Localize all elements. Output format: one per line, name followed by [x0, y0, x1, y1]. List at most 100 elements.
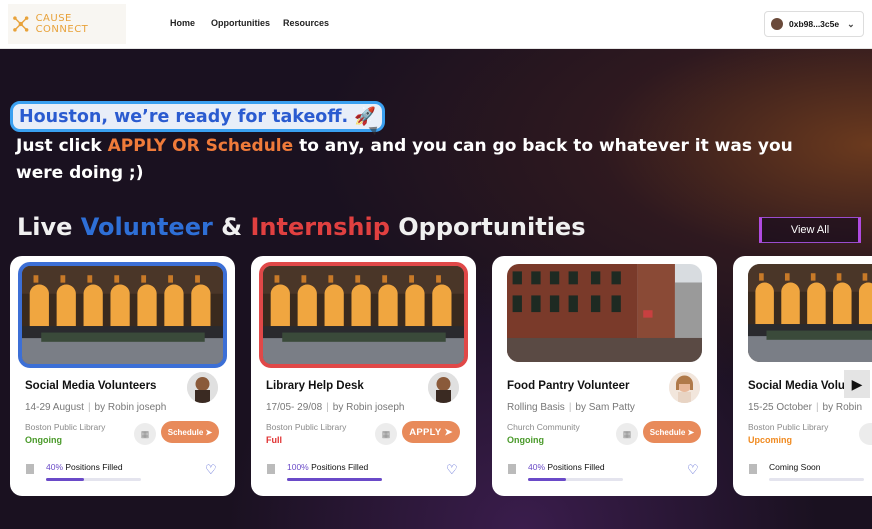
building-icon	[267, 464, 275, 474]
status-badge: Ongoing	[25, 435, 62, 445]
card-date: 17/05- 29/08 | by Robin joseph	[266, 402, 405, 413]
date-text: 14-29 August	[25, 402, 84, 413]
card-image	[259, 262, 468, 368]
title-volunteer: Volunteer	[80, 213, 213, 241]
schedule-button[interactable]: Schedule ➤	[643, 421, 701, 443]
date-text: Rolling Basis	[507, 402, 565, 413]
chevron-right-icon: ▶	[851, 375, 863, 392]
positions-filled: Coming Soon	[769, 462, 821, 472]
logo[interactable]: CAUSE CONNECT	[8, 4, 126, 44]
top-navbar: CAUSE CONNECT Home Opportunities Resourc…	[0, 0, 872, 49]
card-title: Food Pantry Volunteer	[507, 380, 630, 392]
card-title: Library Help Desk	[266, 380, 364, 392]
building-icon	[749, 464, 757, 474]
logo-icon	[13, 16, 29, 32]
hero-pill-text: Houston, we’re ready for takeoff. 🚀	[19, 106, 377, 127]
avatar	[428, 372, 459, 403]
card-org: Church Community	[507, 422, 580, 432]
title-internship: Internship	[250, 213, 390, 241]
status-badge: Upcoming	[748, 435, 792, 445]
progress-bar	[769, 478, 864, 481]
card-date: 14-29 August | by Robin joseph	[25, 402, 166, 413]
divider: |	[568, 402, 572, 413]
organizer: by Robin	[822, 402, 863, 413]
heart-icon[interactable]: ♡	[205, 462, 217, 478]
schedule-button[interactable]: Schedule ➤	[161, 421, 219, 443]
avatar	[187, 372, 218, 403]
pct: 100%	[287, 462, 309, 472]
title-amp: &	[212, 213, 251, 241]
card-image	[507, 264, 702, 362]
divider: |	[87, 402, 91, 413]
organizer: by Robin joseph	[94, 402, 167, 413]
filled-label: Coming Soon	[769, 462, 821, 472]
nav-opportunities[interactable]: Opportunities	[211, 18, 270, 28]
nav-home[interactable]: Home	[170, 18, 195, 28]
heart-icon[interactable]: ♡	[687, 462, 699, 478]
progress-bar	[287, 478, 382, 481]
card-org: Boston Public Library	[25, 422, 106, 432]
progress-bar	[46, 478, 141, 481]
date-text: 17/05- 29/08	[266, 402, 323, 413]
map-icon[interactable]: ▦	[616, 423, 638, 445]
nav-resources[interactable]: Resources	[283, 18, 329, 28]
map-icon[interactable]: ▦	[375, 423, 397, 445]
button-label: APPLY	[409, 426, 442, 438]
divider: |	[815, 402, 819, 413]
wallet-button[interactable]: 0xb98...3c5e ⌄	[764, 11, 864, 37]
filled-label: Positions Filled	[308, 462, 369, 472]
hero-sub-highlight: APPLY OR Schedule	[107, 136, 294, 156]
progress-fill	[528, 478, 566, 481]
view-all-button[interactable]: View All	[759, 217, 861, 243]
date-text: 15-25 October	[748, 402, 812, 413]
title-live: Live	[17, 213, 81, 241]
heart-icon[interactable]: ♡	[446, 462, 458, 478]
send-icon: ➤	[205, 427, 213, 437]
card-date: Rolling Basis | by Sam Patty	[507, 402, 635, 413]
status-badge: Ongoing	[507, 435, 544, 445]
opportunity-card[interactable]: Food Pantry Volunteer Rolling Basis | by S…	[492, 256, 717, 496]
pct: 40%	[528, 462, 546, 472]
carousel-next-button[interactable]: ▶	[844, 370, 870, 398]
filled-label: Positions Filled	[63, 462, 123, 472]
progress-fill	[287, 478, 382, 481]
building-icon	[508, 464, 516, 474]
card-org: Boston Public Library	[748, 422, 829, 432]
hero-sub-text: Just click	[16, 136, 108, 156]
status-badge: Full	[266, 435, 282, 445]
avatar	[771, 18, 783, 30]
hero-subtitle: Just click APPLY OR Schedule to any, and…	[16, 133, 796, 187]
progress-fill	[46, 478, 84, 481]
card-title: Social Media Volu	[748, 380, 845, 392]
button-label: Schedule	[649, 427, 686, 437]
positions-filled: 100% Positions Filled	[287, 462, 368, 472]
send-icon: ➤	[687, 427, 695, 437]
section-title: Live Volunteer & Internship Opportunitie…	[17, 213, 586, 241]
wallet-address: 0xb98...3c5e	[789, 19, 840, 29]
hero-pill: Houston, we’re ready for takeoff. 🚀	[10, 101, 386, 132]
progress-bar	[528, 478, 623, 481]
card-image	[748, 264, 872, 362]
positions-filled: 40% Positions Filled	[46, 462, 123, 472]
organizer: by Sam Patty	[575, 402, 635, 413]
card-title: Social Media Volunteers	[25, 380, 157, 392]
map-icon[interactable]: ▦	[134, 423, 156, 445]
card-org: Boston Public Library	[266, 422, 347, 432]
send-icon: ➤	[444, 426, 453, 438]
title-rest: Opportunities	[389, 213, 586, 241]
filled-label: Positions Filled	[545, 462, 605, 472]
card-date: 15-25 October | by Robin	[748, 402, 862, 413]
card-image	[18, 262, 227, 368]
map-icon[interactable]	[859, 423, 872, 445]
chevron-down-icon: ⌄	[847, 18, 855, 29]
pct: 40%	[46, 462, 64, 472]
avatar	[669, 372, 700, 403]
apply-button[interactable]: APPLY ➤	[402, 421, 460, 443]
opportunity-card[interactable]: Library Help Desk 17/05- 29/08 | by Robin …	[251, 256, 476, 496]
logo-text: CAUSE CONNECT	[35, 13, 89, 35]
organizer: by Robin joseph	[332, 402, 405, 413]
opportunity-card[interactable]: Social Media Volunteers 14-29 August | by …	[10, 256, 235, 496]
positions-filled: 40% Positions Filled	[528, 462, 605, 472]
button-label: Schedule	[167, 427, 204, 437]
divider: |	[326, 402, 329, 413]
